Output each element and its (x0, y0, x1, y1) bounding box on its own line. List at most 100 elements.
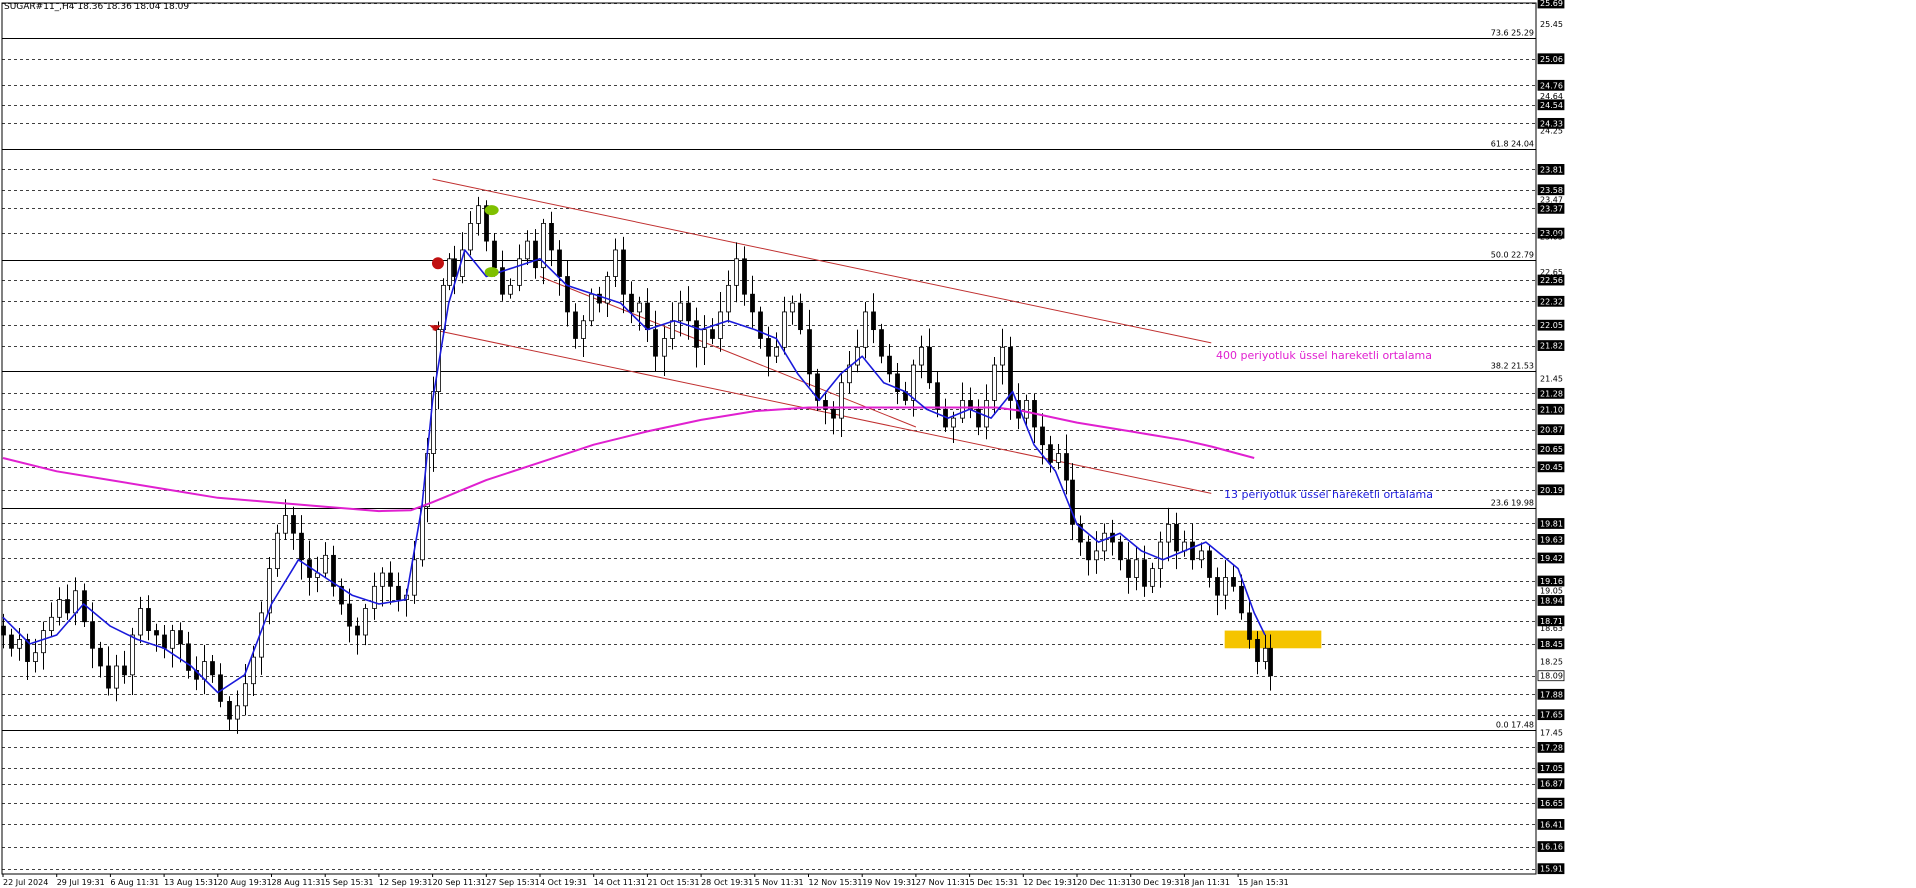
candle-body (549, 223, 554, 251)
candle-body (637, 302, 642, 313)
time-label: 5 Dec 15:31 (970, 878, 1019, 887)
candle-body (517, 258, 522, 286)
candle-body (243, 683, 248, 707)
candle-body (1126, 559, 1131, 578)
candle-body (1024, 400, 1029, 419)
candle-body (1158, 541, 1163, 570)
candle-body (283, 515, 288, 534)
candle-body (412, 559, 417, 596)
candle-body (960, 400, 965, 419)
candle-body (726, 284, 731, 313)
candle-body (1166, 523, 1171, 543)
candle-body (919, 346, 924, 366)
candle-body (178, 630, 183, 645)
price-tag: 21.82 (1540, 342, 1563, 351)
candle-body (227, 700, 232, 720)
price-tag: 18.94 (1540, 596, 1563, 605)
candle-body (1231, 577, 1236, 587)
time-label: 28 Aug 11:31 (272, 878, 326, 887)
candle-body (887, 355, 892, 375)
candle-body (355, 625, 360, 636)
candle-body (396, 585, 401, 600)
candle-body (879, 329, 884, 357)
candle-body (1263, 647, 1268, 662)
candle-body (380, 572, 385, 587)
candle-body (694, 320, 699, 348)
price-tick: 25.45 (1540, 20, 1563, 29)
candle-body (1064, 453, 1069, 481)
price-tag: 15.91 (1540, 865, 1563, 874)
candle-body (774, 346, 779, 357)
price-tick: 18.25 (1540, 658, 1563, 667)
candle-body (1, 625, 6, 636)
candle-body (372, 585, 377, 609)
time-label: 29 Jul 19:31 (57, 878, 105, 887)
candle-body (589, 293, 594, 322)
candle-body (1247, 612, 1252, 640)
price-chart[interactable]: 73.6 25.29 61.8 24.04 50.0 22.79 38.2 21.53… (0, 0, 1916, 888)
price-tag: 18.45 (1540, 640, 1563, 649)
fib-label: 61.8 24.04 (1491, 140, 1534, 149)
price-tag: 19.16 (1540, 577, 1563, 586)
time-label: 21 Oct 15:31 (647, 878, 699, 887)
candle-body (73, 590, 78, 614)
candle-body (347, 603, 352, 627)
price-tag: 20.65 (1540, 445, 1563, 454)
candle-body (1199, 550, 1204, 561)
green-circle-upper (484, 205, 499, 216)
candle-body (447, 258, 452, 286)
time-axis: 22 Jul 2024 29 Jul 19:31 6 Aug 11:31 13 Aug… (2, 874, 1289, 887)
fib-label: 0.0 17.48 (1496, 721, 1534, 730)
candle-body (686, 302, 691, 322)
time-label: 28 Oct 19:31 (701, 878, 753, 887)
candle-body (629, 293, 634, 313)
candle-body (1086, 541, 1091, 561)
candle-body (807, 329, 812, 375)
candle-body (162, 634, 167, 649)
candle-body (573, 311, 578, 339)
price-tag: 23.58 (1540, 186, 1563, 195)
candle-body (855, 346, 860, 366)
candle-body (951, 417, 956, 428)
candle-body (508, 284, 513, 295)
price-tag: 17.65 (1540, 711, 1563, 720)
candle-body (138, 608, 143, 636)
candle-body (154, 630, 159, 636)
price-tag: 22.05 (1540, 321, 1563, 330)
candle-body (1215, 577, 1220, 596)
candle-body (114, 665, 119, 689)
time-label: 12 Nov 15:31 (809, 878, 863, 887)
time-label: 27 Sep 15:31 (486, 878, 539, 887)
time-label: 22 Jul 2024 (3, 878, 48, 887)
time-label: 5 Sep 15:31 (325, 878, 373, 887)
price-tag: 25.69 (1540, 0, 1563, 8)
price-tag: 18.09 (1540, 672, 1563, 681)
time-label: 4 Oct 19:31 (540, 878, 587, 887)
candle-body (299, 532, 304, 561)
candle-body (41, 630, 46, 654)
candle-body (202, 661, 207, 680)
candle-body (1142, 559, 1147, 587)
price-tag: 19.81 (1540, 519, 1563, 528)
time-label: 12 Sep 19:31 (379, 878, 432, 887)
price-tag: 17.88 (1540, 690, 1563, 699)
candle-body (1207, 550, 1212, 578)
candle-body (1223, 577, 1228, 596)
candle-body (251, 656, 256, 685)
time-label: 20 Aug 19:31 (218, 878, 272, 887)
candle-body (1239, 585, 1244, 614)
candle-body (1000, 346, 1005, 366)
fibonacci-levels: 73.6 25.29 61.8 24.04 50.0 22.79 38.2 21.53… (2, 29, 1536, 731)
price-tick: 18.63 (1540, 624, 1563, 633)
plot-frame (1, 2, 1537, 875)
candle-body (662, 338, 667, 357)
time-label: 27 Nov 11:31 (916, 878, 970, 887)
candle-body (291, 515, 296, 534)
price-tag: 20.19 (1540, 486, 1563, 495)
candle-body (1174, 523, 1179, 552)
fib-label: 73.6 25.29 (1491, 29, 1534, 38)
time-label: 30 Dec 19:31 (1131, 878, 1185, 887)
candle-body (275, 532, 280, 570)
candle-body (557, 249, 562, 277)
price-tag: 16.65 (1540, 799, 1563, 808)
